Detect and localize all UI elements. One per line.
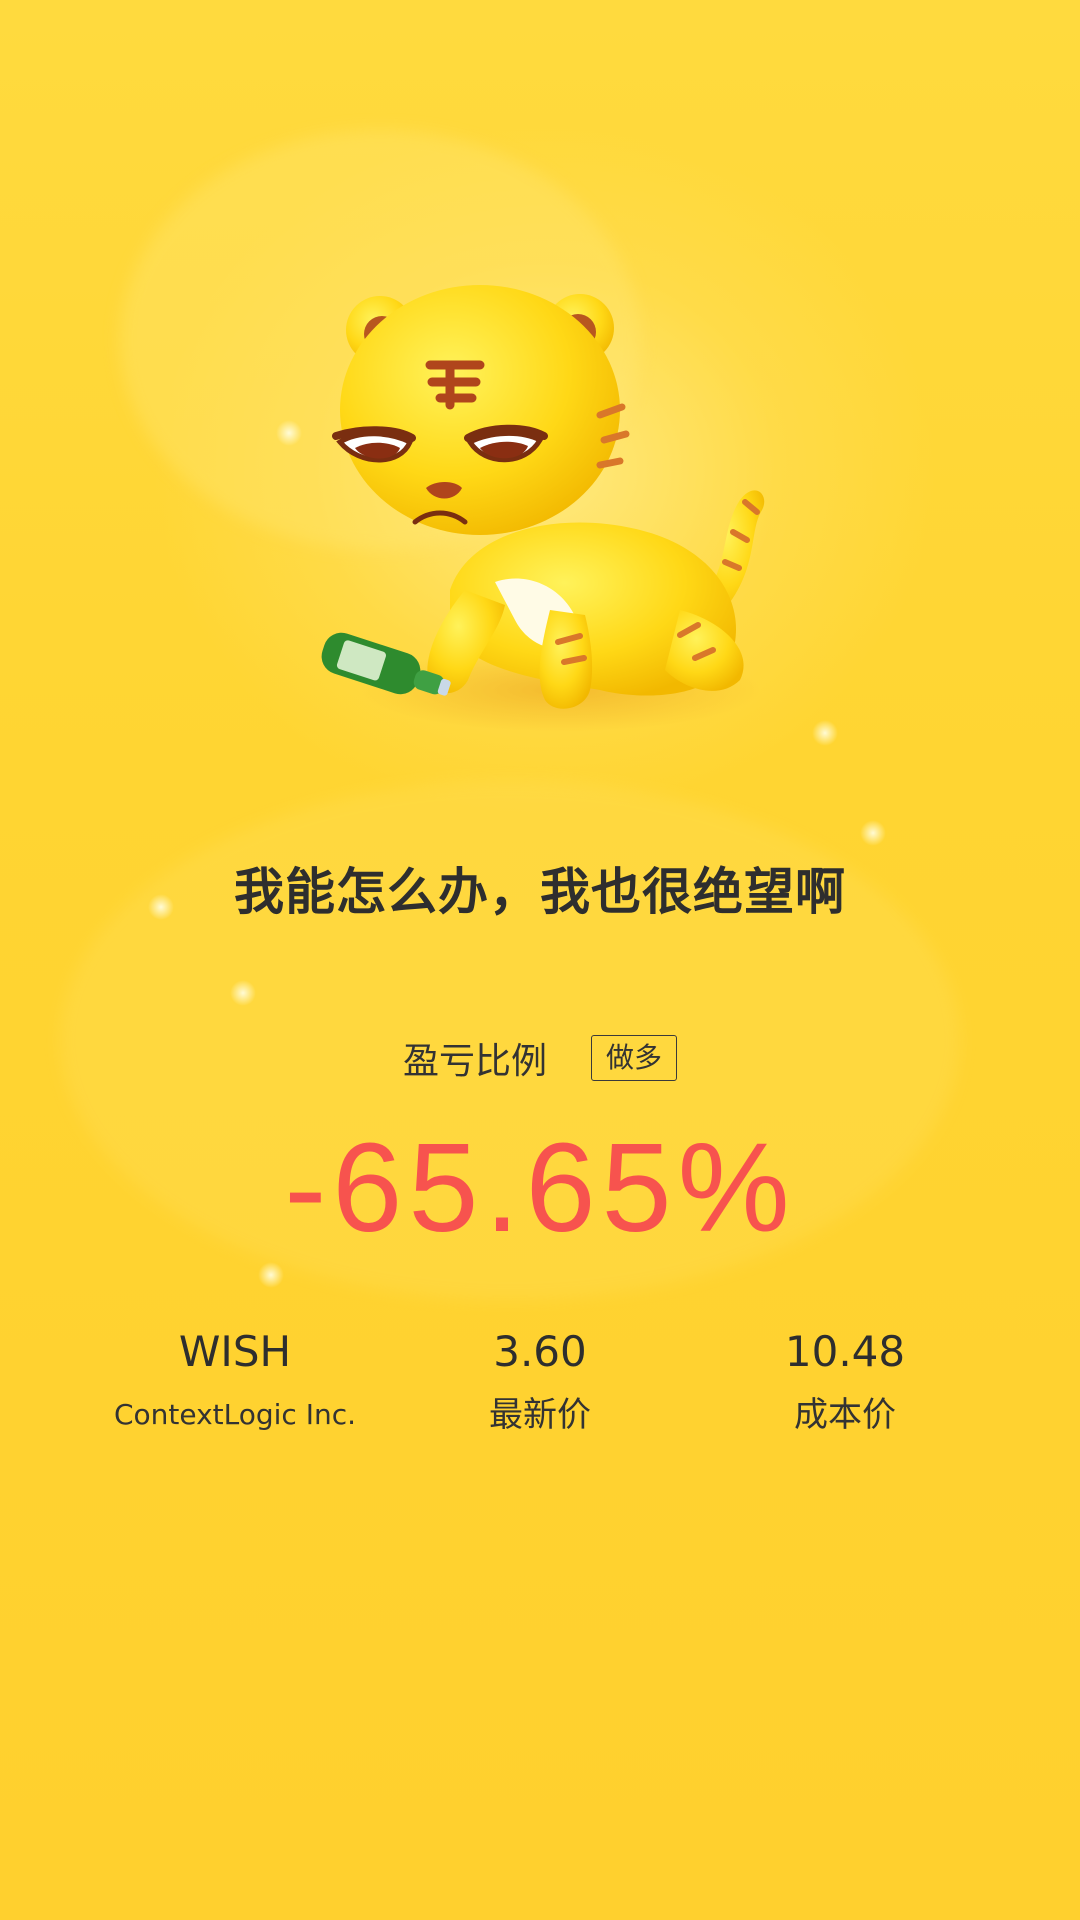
stock-info: WISH ContextLogic Inc. xyxy=(110,1324,360,1432)
cost-price-value: 10.48 xyxy=(784,1327,906,1376)
profit-loss-label: 盈亏比例 xyxy=(402,1041,547,1082)
latest-price-label: 最新价 xyxy=(489,1395,591,1435)
latest-price-value: 3.60 xyxy=(493,1327,587,1376)
profit-loss-header: 盈亏比例 做多 xyxy=(0,1032,1080,1084)
sparkle xyxy=(230,980,256,1006)
profit-loss-value: -65.65% xyxy=(284,1117,796,1258)
sparkle xyxy=(860,820,886,846)
sad-tiger-mascot-icon xyxy=(321,285,765,732)
sparkle xyxy=(276,420,302,446)
cost-price: 10.48 成本价 xyxy=(725,1324,965,1432)
company-name: ContextLogic Inc. xyxy=(113,1398,357,1431)
cost-price-label: 成本价 xyxy=(794,1395,896,1435)
share-card: 我能怎么办，我也很绝望啊 盈亏比例 做多 -65.65% WISH Contex… xyxy=(0,0,1080,1920)
headline-text: 我能怎么办，我也很绝望啊 xyxy=(234,863,846,921)
latest-price: 3.60 最新价 xyxy=(420,1324,660,1432)
position-direction-badge: 做多 xyxy=(591,1035,678,1081)
sparkle xyxy=(258,1262,284,1288)
position-stats: WISH ContextLogic Inc. 3.60 最新价 10.48 成本… xyxy=(0,1324,1080,1454)
sparkle xyxy=(812,720,838,746)
stock-symbol: WISH xyxy=(178,1327,292,1376)
